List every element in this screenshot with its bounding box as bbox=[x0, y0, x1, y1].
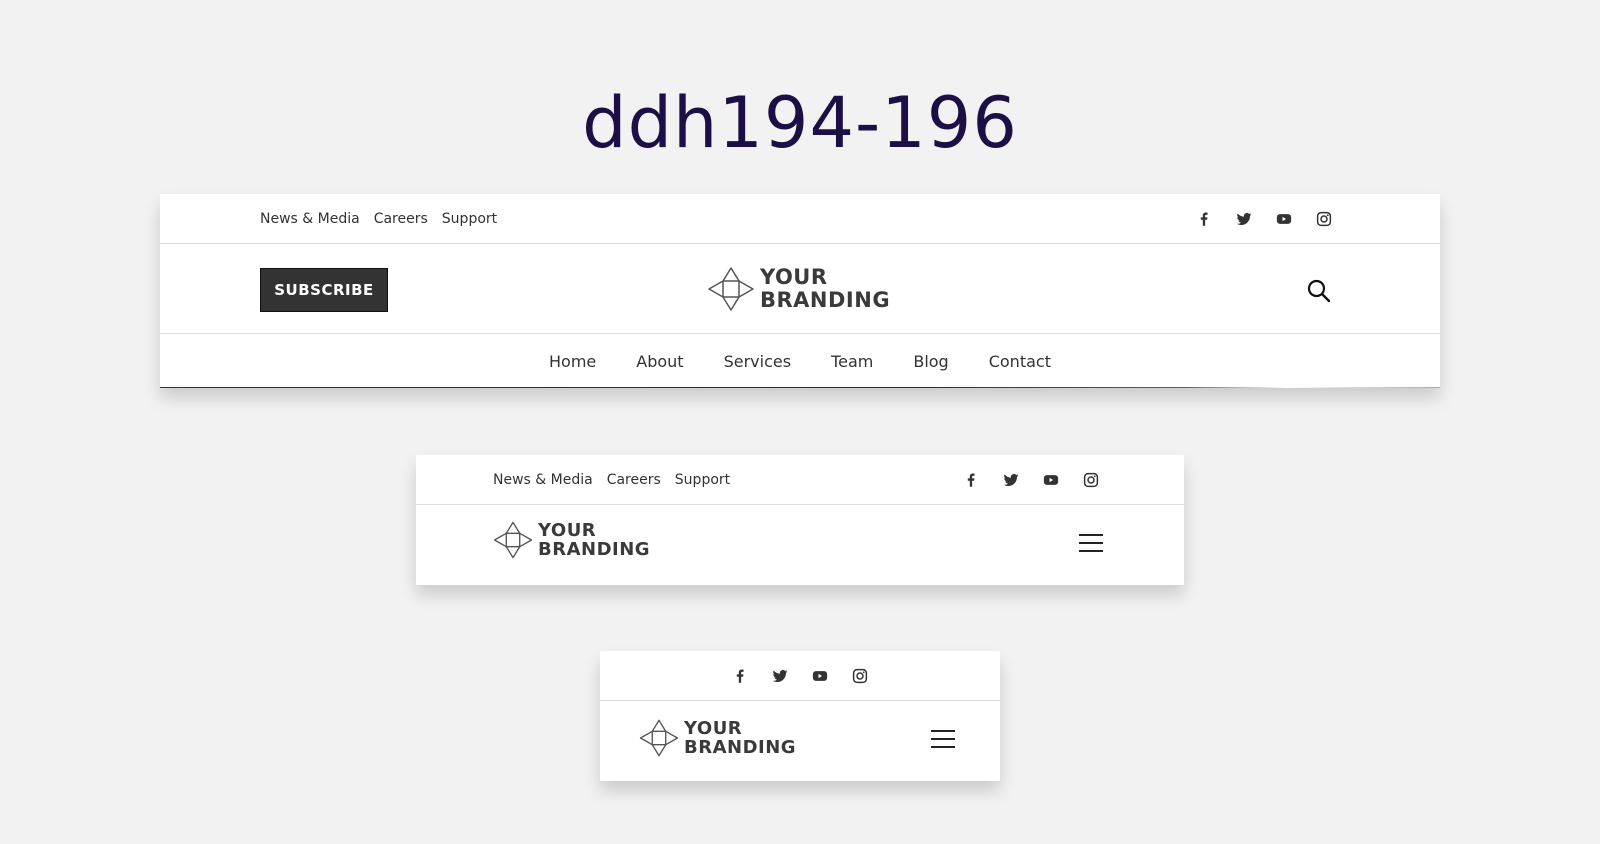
brand-line-1: YOUR bbox=[538, 519, 597, 541]
twitter-icon[interactable] bbox=[1224, 206, 1264, 232]
page-title: ddh194-196 bbox=[582, 82, 1018, 164]
youtube-icon[interactable] bbox=[1031, 467, 1071, 493]
nav-home[interactable]: Home bbox=[549, 352, 596, 371]
brand-text: YOUR BRANDING bbox=[760, 266, 890, 311]
brand-logo[interactable]: YOUR BRANDING bbox=[492, 519, 650, 561]
desktop-main-row: SUBSCRIBE YOUR BRANDING bbox=[160, 244, 1440, 334]
brand-line-1: YOUR bbox=[760, 265, 828, 290]
twitter-icon[interactable] bbox=[760, 663, 800, 689]
facebook-icon[interactable] bbox=[951, 467, 991, 493]
logo-mark-icon bbox=[708, 267, 754, 311]
brand-line-2: BRANDING bbox=[538, 539, 651, 560]
desktop-header: News & Media Careers Support SUBSCRIBE Y… bbox=[160, 194, 1440, 388]
topbar-link-support[interactable]: Support bbox=[675, 472, 730, 488]
topbar-link-news-media[interactable]: News & Media bbox=[260, 211, 360, 227]
main-nav: Home About Services Team Blog Contact bbox=[160, 334, 1440, 388]
nav-team[interactable]: Team bbox=[831, 352, 873, 371]
brand-logo[interactable]: YOUR BRANDING bbox=[706, 264, 890, 314]
nav-about[interactable]: About bbox=[636, 352, 683, 371]
topbar-link-support[interactable]: Support bbox=[442, 211, 497, 227]
brand-line-2: BRANDING bbox=[684, 737, 797, 758]
social-links bbox=[1184, 194, 1344, 243]
topbar-link-careers[interactable]: Careers bbox=[607, 472, 661, 488]
brand-text: YOUR BRANDING bbox=[538, 519, 651, 560]
social-links bbox=[720, 651, 880, 700]
instagram-icon[interactable] bbox=[1071, 467, 1111, 493]
instagram-icon[interactable] bbox=[840, 663, 880, 689]
nav-blog[interactable]: Blog bbox=[913, 352, 948, 371]
youtube-icon[interactable] bbox=[800, 663, 840, 689]
hamburger-menu-icon[interactable] bbox=[1079, 534, 1103, 552]
facebook-icon[interactable] bbox=[1184, 206, 1224, 232]
twitter-icon[interactable] bbox=[991, 467, 1031, 493]
logo-mark-icon bbox=[639, 719, 679, 757]
topbar-link-careers[interactable]: Careers bbox=[374, 211, 428, 227]
tablet-header: News & Media Careers Support YOUR BRANDI… bbox=[416, 455, 1184, 585]
youtube-icon[interactable] bbox=[1264, 206, 1304, 232]
search-icon[interactable] bbox=[1306, 278, 1332, 304]
tablet-topbar: News & Media Careers Support bbox=[416, 455, 1184, 505]
nav-bottom-border bbox=[160, 387, 1440, 388]
nav-services[interactable]: Services bbox=[724, 352, 791, 371]
desktop-topbar: News & Media Careers Support bbox=[160, 194, 1440, 244]
social-links bbox=[951, 455, 1111, 504]
brand-line-2: BRANDING bbox=[760, 288, 891, 312]
mobile-header: YOUR BRANDING bbox=[600, 651, 1000, 781]
brand-logo[interactable]: YOUR BRANDING bbox=[638, 717, 796, 759]
hamburger-menu-icon[interactable] bbox=[931, 730, 955, 748]
facebook-icon[interactable] bbox=[720, 663, 760, 689]
topbar-links: News & Media Careers Support bbox=[493, 455, 744, 504]
topbar-links: News & Media Careers Support bbox=[260, 194, 511, 243]
nav-contact[interactable]: Contact bbox=[989, 352, 1051, 371]
brand-text: YOUR BRANDING bbox=[684, 717, 797, 758]
topbar-link-news-media[interactable]: News & Media bbox=[493, 472, 593, 488]
mobile-topbar bbox=[600, 651, 1000, 701]
instagram-icon[interactable] bbox=[1304, 206, 1344, 232]
brand-line-1: YOUR bbox=[684, 717, 743, 739]
subscribe-button[interactable]: SUBSCRIBE bbox=[260, 268, 388, 312]
logo-mark-icon bbox=[493, 521, 533, 559]
